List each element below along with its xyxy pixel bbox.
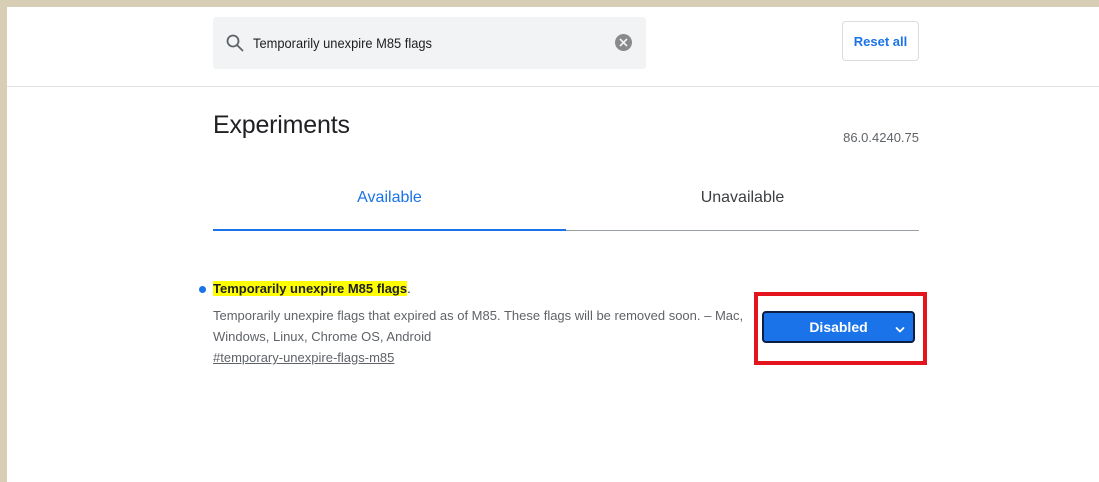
flag-description: Temporarily unexpire flags that expired … [213, 308, 744, 344]
search-input[interactable] [253, 35, 566, 51]
search-box[interactable] [213, 17, 646, 69]
header: Reset all [7, 7, 1099, 87]
page-title: Experiments [213, 111, 350, 139]
tab-available[interactable]: Available [213, 175, 566, 231]
tab-unavailable[interactable]: Unavailable [566, 175, 919, 230]
tab-bar: Available Unavailable [213, 175, 919, 231]
flag-state-select[interactable]: Disabled [762, 311, 915, 343]
flag-permalink[interactable]: #temporary-unexpire-flags-m85 [213, 350, 394, 365]
select-value: Disabled [809, 319, 868, 335]
version-label: 86.0.4240.75 [843, 130, 919, 145]
flag-title: Temporarily unexpire M85 flags [213, 281, 408, 296]
clear-icon[interactable] [615, 34, 632, 51]
flags-page: Reset all Experiments 86.0.4240.75 Avail… [7, 7, 1099, 482]
reset-all-button[interactable]: Reset all [842, 21, 919, 61]
search-icon [225, 33, 245, 53]
chevron-down-icon [895, 322, 905, 333]
dot-icon [199, 286, 206, 293]
flag-title-suffix: . [407, 281, 411, 296]
